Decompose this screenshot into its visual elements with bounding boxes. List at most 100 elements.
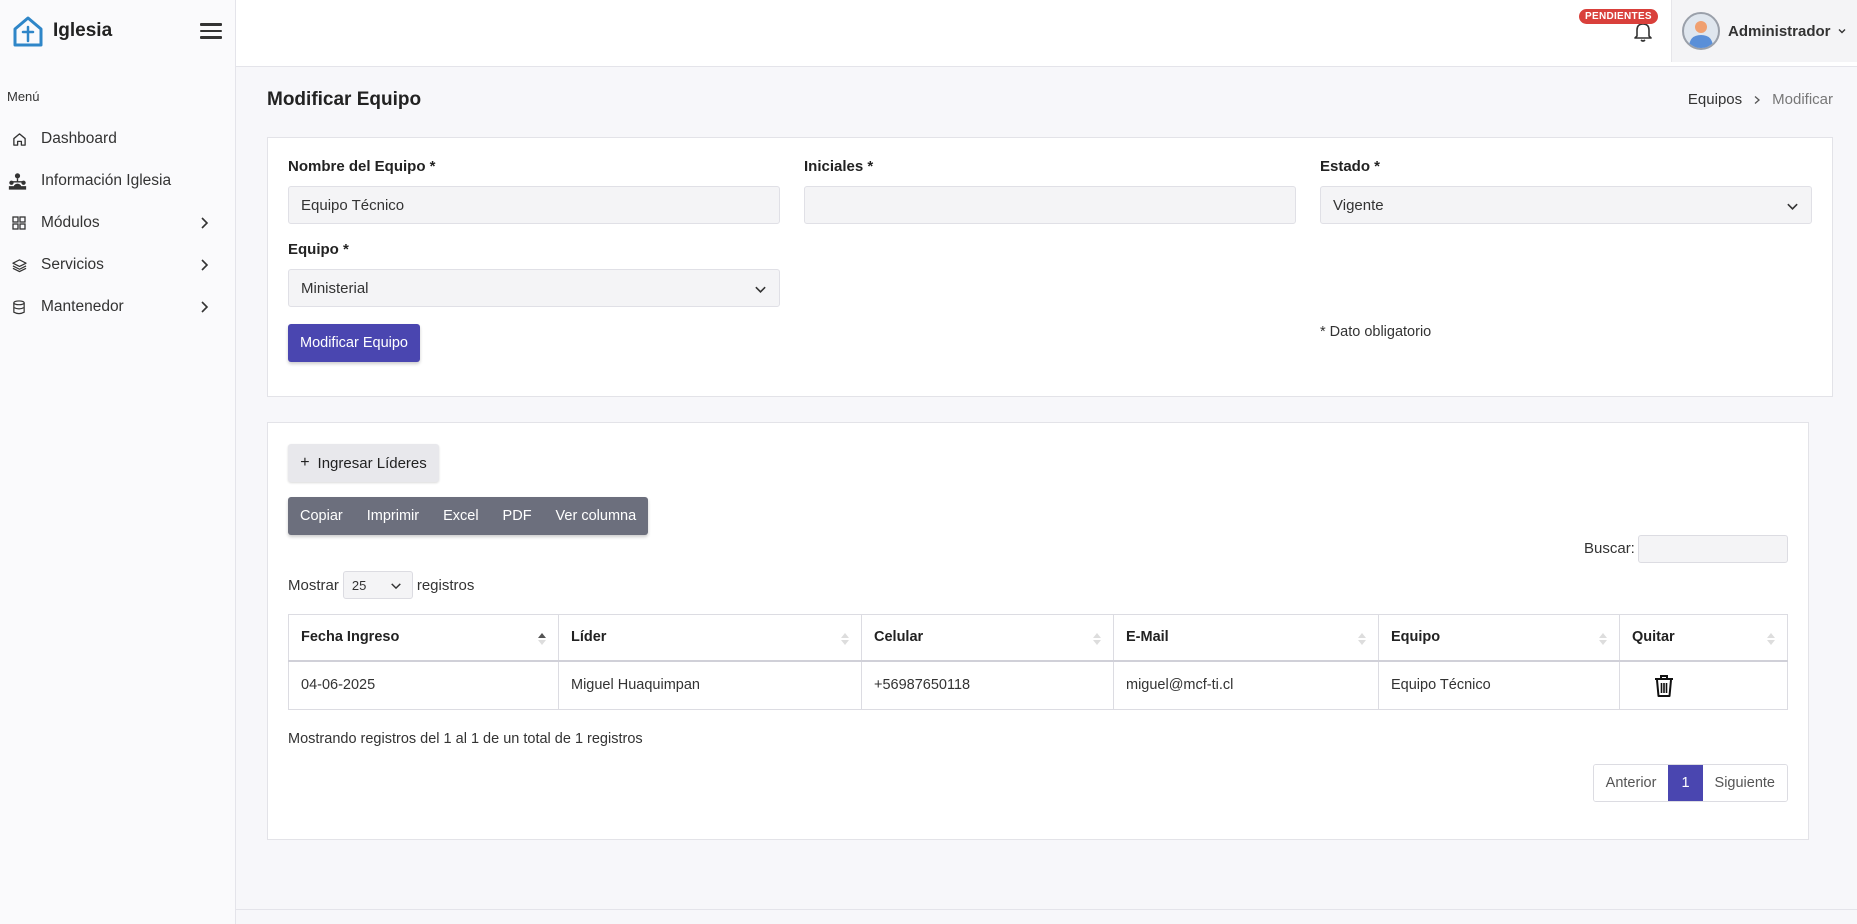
sidebar-item-informacion-iglesia[interactable]: Información Iglesia — [0, 160, 236, 202]
estado-label: Estado * — [1320, 158, 1381, 175]
search-label: Buscar: — [1584, 540, 1635, 557]
column-equipo[interactable]: Equipo — [1378, 614, 1620, 662]
column-email[interactable]: E-Mail — [1113, 614, 1379, 662]
leaders-card: + Ingresar Líderes Copiar Imprimir Excel… — [267, 422, 1809, 840]
column-celular[interactable]: Celular — [861, 614, 1114, 662]
footer-divider — [236, 909, 1857, 910]
column-quitar[interactable]: Quitar — [1619, 614, 1788, 662]
home-icon — [11, 131, 27, 147]
estado-select[interactable]: Vigente — [1320, 186, 1812, 224]
user-name: Administrador — [1728, 22, 1831, 40]
plus-icon: + — [300, 454, 310, 471]
copy-button[interactable]: Copiar — [288, 497, 355, 535]
team-form-card: Nombre del Equipo * Equipo Técnico Inici… — [267, 137, 1833, 397]
chevron-down-icon — [755, 286, 766, 293]
chevron-right-icon — [201, 217, 209, 229]
sidebar-item-servicios[interactable]: Servicios — [0, 244, 236, 286]
sort-icon — [1093, 633, 1101, 645]
equipo-label: Equipo * — [288, 241, 349, 258]
cell-lider: Miguel Huaquimpan — [558, 660, 862, 710]
chevron-down-icon — [391, 583, 401, 590]
notifications-badge: PENDIENTES — [1579, 9, 1658, 24]
search-input[interactable] — [1638, 535, 1788, 563]
table-row: 04-06-2025 Miguel Huaquimpan +5698765011… — [288, 660, 1788, 710]
cell-equipo: Equipo Técnico — [1378, 660, 1620, 710]
column-visibility-button[interactable]: Ver columna — [544, 497, 649, 535]
table-info: Mostrando registros del 1 al 1 de un tot… — [288, 731, 643, 747]
length-prefix: Mostrar — [288, 576, 339, 594]
breadcrumb-equipos[interactable]: Equipos — [1688, 91, 1742, 108]
table-header-row: Fecha Ingreso Líder Celular E-Mail Equip… — [288, 614, 1788, 662]
length-suffix: registros — [416, 576, 475, 594]
required-note: * Dato obligatorio — [1320, 324, 1432, 340]
avatar — [1682, 12, 1720, 50]
iniciales-label: Iniciales * — [804, 158, 874, 175]
sort-icon — [1358, 633, 1366, 645]
column-label: Celular — [874, 629, 924, 646]
sidebar-item-label: Módulos — [41, 214, 100, 231]
menu-label: Menú — [7, 89, 40, 104]
chevron-right-icon — [1754, 95, 1761, 104]
sidebar-item-label: Servicios — [41, 256, 104, 273]
page-length-value: 25 — [351, 577, 367, 593]
sidebar-nav: Dashboard Información Iglesia Módulos Se… — [0, 118, 236, 328]
sidebar: Iglesia Menú Dashboard Información Igles… — [0, 0, 236, 924]
church-logo-icon — [13, 16, 43, 47]
estado-value: Vigente — [1333, 196, 1384, 214]
database-icon — [11, 299, 27, 315]
cell-quitar — [1619, 660, 1788, 710]
modificar-equipo-button[interactable]: Modificar Equipo — [288, 324, 420, 362]
column-label: E-Mail — [1126, 629, 1169, 646]
nombre-value: Equipo Técnico — [301, 196, 405, 214]
nombre-input[interactable]: Equipo Técnico — [288, 186, 780, 224]
chevron-down-icon — [1838, 29, 1846, 34]
grid-icon — [11, 215, 27, 231]
column-label: Quitar — [1632, 629, 1675, 646]
pagination: Anterior 1 Siguiente — [1592, 764, 1788, 802]
column-lider[interactable]: Líder — [558, 614, 862, 662]
sidebar-item-label: Dashboard — [41, 130, 117, 147]
breadcrumb: Equipos Modificar — [1688, 91, 1833, 108]
pdf-button[interactable]: PDF — [491, 497, 544, 535]
topbar: PENDIENTES Administrador — [236, 0, 1857, 67]
column-fecha-ingreso[interactable]: Fecha Ingreso — [288, 614, 559, 662]
sidebar-item-modulos[interactable]: Módulos — [0, 202, 236, 244]
breadcrumb-modificar: Modificar — [1772, 91, 1833, 108]
cell-email: miguel@mcf-ti.cl — [1113, 660, 1379, 710]
add-leaders-label: Ingresar Líderes — [317, 454, 427, 472]
brand-name: Iglesia — [53, 20, 113, 41]
trash-icon[interactable] — [1653, 674, 1675, 698]
sort-icon — [1767, 633, 1775, 645]
column-label: Fecha Ingreso — [301, 629, 400, 646]
pagination-prev[interactable]: Anterior — [1593, 765, 1669, 801]
layers-icon — [11, 257, 27, 273]
iniciales-input[interactable] — [804, 186, 1296, 224]
equipo-value: Ministerial — [301, 279, 369, 297]
menu-toggle-icon[interactable] — [200, 20, 222, 42]
column-label: Equipo — [1391, 629, 1441, 646]
nombre-label: Nombre del Equipo * — [288, 158, 436, 175]
sidebar-item-label: Información Iglesia — [41, 172, 172, 189]
pagination-page-current[interactable]: 1 — [1668, 765, 1703, 801]
sidebar-item-mantenedor[interactable]: Mantenedor — [0, 286, 236, 328]
sidebar-item-label: Mantenedor — [41, 298, 124, 315]
leaders-table: Fecha Ingreso Líder Celular E-Mail Equip… — [288, 614, 1788, 710]
excel-button[interactable]: Excel — [431, 497, 490, 535]
print-button[interactable]: Imprimir — [355, 497, 431, 535]
equipo-select[interactable]: Ministerial — [288, 269, 780, 307]
chevron-right-icon — [201, 301, 209, 313]
page-length-select[interactable]: 25 — [342, 571, 413, 599]
sidebar-item-dashboard[interactable]: Dashboard — [0, 118, 236, 160]
page-title: Modificar Equipo — [267, 89, 422, 110]
user-menu[interactable]: Administrador — [1671, 0, 1857, 62]
cell-celular: +56987650118 — [861, 660, 1114, 710]
add-leaders-button[interactable]: + Ingresar Líderes — [288, 444, 439, 482]
export-button-group: Copiar Imprimir Excel PDF Ver columna — [288, 497, 649, 535]
chevron-right-icon — [201, 259, 209, 271]
chevron-down-icon — [1787, 203, 1798, 210]
sort-asc-icon — [538, 633, 546, 645]
sort-icon — [841, 633, 849, 645]
pagination-next[interactable]: Siguiente — [1702, 765, 1787, 801]
page-length-control: Mostrar 25 registros — [288, 571, 474, 599]
church-org-icon — [8, 173, 27, 190]
